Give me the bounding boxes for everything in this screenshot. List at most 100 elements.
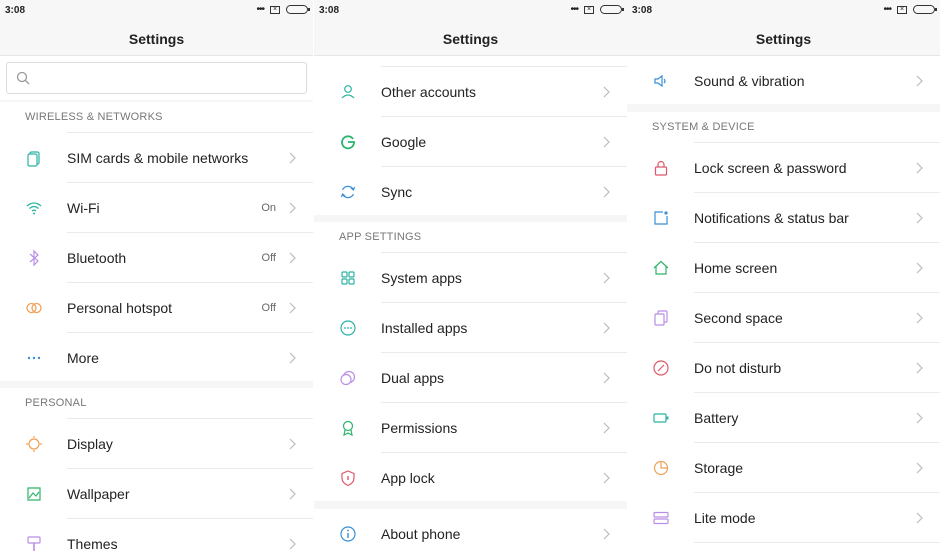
- row-sound-vibration[interactable]: Sound & vibration: [627, 56, 940, 106]
- chevron-right-icon: [916, 75, 923, 87]
- row-hotspot[interactable]: Personal hotspot Off: [0, 283, 313, 333]
- section-header-app-settings: APP SETTINGS: [314, 222, 627, 252]
- status-bar: 3:08 ••• ×: [314, 0, 627, 22]
- chevron-right-icon: [916, 412, 923, 424]
- row-label: Battery: [694, 410, 739, 426]
- row-app-lock[interactable]: App lock: [314, 453, 627, 503]
- row-storage[interactable]: Storage: [627, 443, 940, 493]
- do-not-disturb-icon: [653, 360, 669, 376]
- sound-icon: [654, 74, 666, 88]
- row-notifications[interactable]: Notifications & status bar: [627, 193, 940, 243]
- chevron-right-icon: [603, 322, 610, 334]
- chevron-right-icon: [603, 86, 610, 98]
- google-icon: [341, 135, 355, 150]
- sync-icon: [340, 185, 356, 199]
- row-installed-apps[interactable]: Installed apps: [314, 303, 627, 353]
- row-label: Google: [381, 134, 427, 150]
- row-label: Permissions: [381, 420, 458, 436]
- row-lock-screen[interactable]: Lock screen & password: [627, 143, 940, 193]
- chevron-right-icon: [289, 152, 296, 164]
- about-phone-icon: [340, 526, 356, 542]
- row-label: Personal hotspot: [67, 300, 173, 316]
- chevron-right-icon: [289, 488, 296, 500]
- chevron-right-icon: [289, 438, 296, 450]
- chevron-right-icon: [603, 272, 610, 284]
- more-dots-status-icon: •••: [570, 3, 578, 15]
- row-system-apps[interactable]: System apps: [314, 253, 627, 303]
- no-sim-icon: ×: [584, 5, 594, 14]
- row-wallpaper[interactable]: Wallpaper: [0, 469, 313, 519]
- row-label: Notifications & status bar: [694, 210, 849, 226]
- row-label: Wallpaper: [67, 486, 130, 502]
- hotspot-icon: [26, 302, 42, 314]
- row-label: Do not disturb: [694, 360, 782, 376]
- account-icon: [341, 85, 355, 99]
- chevron-right-icon: [916, 362, 923, 374]
- more-dots-icon: [27, 356, 41, 360]
- row-about-phone[interactable]: About phone: [314, 509, 627, 557]
- row-label: Storage: [694, 460, 744, 476]
- more-dots-status-icon: •••: [883, 3, 891, 15]
- notifications-icon: [654, 211, 668, 225]
- permissions-icon: [342, 420, 354, 437]
- no-sim-icon: ×: [270, 5, 280, 14]
- page-title: Settings: [0, 22, 313, 56]
- row-sync[interactable]: Sync: [314, 167, 627, 217]
- search-input[interactable]: [6, 62, 307, 94]
- page-title: Settings: [314, 22, 627, 56]
- status-time: 3:08: [632, 5, 653, 16]
- chevron-right-icon: [603, 372, 610, 384]
- status-time: 3:08: [5, 5, 26, 16]
- row-do-not-disturb[interactable]: Do not disturb: [627, 343, 940, 393]
- row-second-space[interactable]: Second space: [627, 293, 940, 343]
- row-permissions[interactable]: Permissions: [314, 403, 627, 453]
- dual-apps-icon: [340, 370, 356, 386]
- chevron-right-icon: [289, 202, 296, 214]
- battery-status-icon: [913, 5, 937, 14]
- home-icon: [653, 260, 669, 275]
- status-bar: 3:08 ••• ×: [0, 0, 313, 22]
- more-dots-status-icon: •••: [256, 3, 264, 15]
- row-dual-apps[interactable]: Dual apps: [314, 353, 627, 403]
- installed-apps-icon: [340, 320, 356, 336]
- chevron-right-icon: [916, 512, 923, 524]
- settings-panel-2: 3:08 ••• × Settings Other accounts Google…: [314, 0, 627, 557]
- row-label: App lock: [381, 470, 435, 486]
- row-label: System apps: [381, 270, 462, 286]
- bluetooth-icon: [29, 249, 39, 267]
- row-label: Home screen: [694, 260, 778, 276]
- row-wifi[interactable]: Wi-Fi On: [0, 183, 313, 233]
- row-more[interactable]: More: [0, 333, 313, 383]
- row-value: Off: [261, 252, 276, 264]
- chevron-right-icon: [603, 136, 610, 148]
- battery-icon: [653, 413, 669, 423]
- row-other-accounts[interactable]: Other accounts: [314, 67, 627, 117]
- no-sim-icon: ×: [897, 5, 907, 14]
- second-space-icon: [654, 310, 668, 326]
- row-label: Other accounts: [381, 84, 476, 100]
- chevron-right-icon: [916, 262, 923, 274]
- chevron-right-icon: [916, 462, 923, 474]
- lite-mode-icon: [653, 511, 669, 525]
- row-label: Installed apps: [381, 320, 468, 336]
- status-time: 3:08: [319, 5, 340, 16]
- storage-icon: [653, 460, 669, 476]
- row-label: Lock screen & password: [694, 160, 847, 176]
- row-google[interactable]: Google: [314, 117, 627, 167]
- display-sun-icon: [26, 436, 42, 452]
- row-battery[interactable]: Battery: [627, 393, 940, 443]
- section-header-personal: PERSONAL: [0, 388, 313, 418]
- wallpaper-icon: [27, 487, 41, 501]
- row-label: Sync: [381, 184, 413, 200]
- chevron-right-icon: [916, 162, 923, 174]
- row-lite-mode[interactable]: Lite mode: [627, 493, 940, 543]
- row-themes[interactable]: Themes: [0, 519, 313, 557]
- row-display[interactable]: Display: [0, 419, 313, 469]
- row-label: SIM cards & mobile networks: [67, 150, 249, 166]
- row-label: Dual apps: [381, 370, 445, 386]
- row-home-screen[interactable]: Home screen: [627, 243, 940, 293]
- row-bluetooth[interactable]: Bluetooth Off: [0, 233, 313, 283]
- row-sim-cards[interactable]: SIM cards & mobile networks: [0, 133, 313, 183]
- page-title: Settings: [627, 22, 940, 56]
- settings-panel-3: 3:08 ••• × Settings Sound & vibration SYS…: [627, 0, 940, 557]
